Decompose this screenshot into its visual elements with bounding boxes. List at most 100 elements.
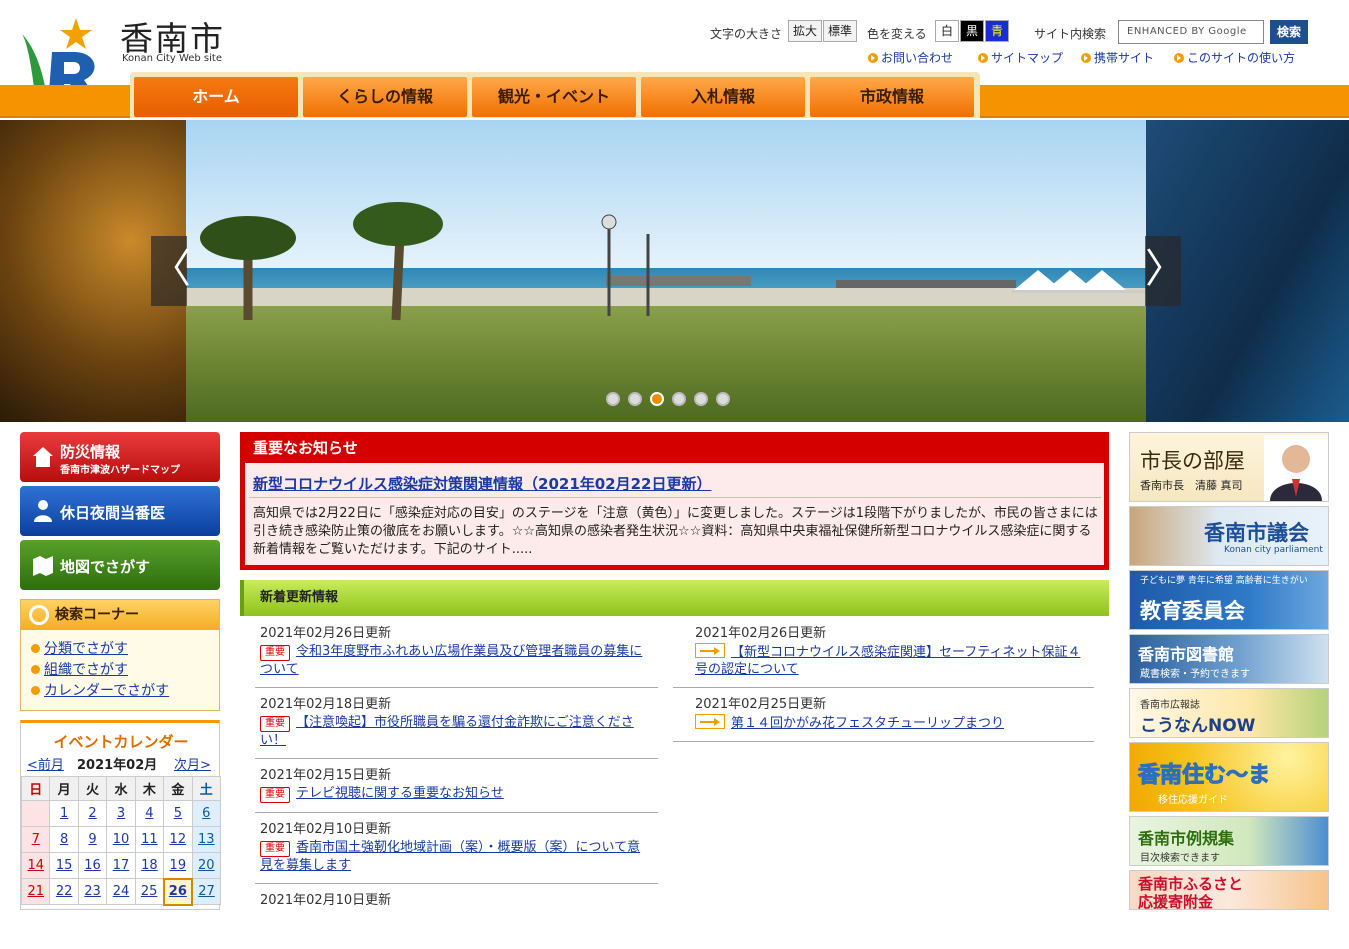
map-search-button[interactable]: 地図でさがす	[20, 540, 220, 590]
pr-magazine-sub: 香南市広報誌	[1140, 700, 1200, 711]
calendar-day[interactable]: 16	[77, 852, 108, 879]
arrow-right-icon	[695, 714, 725, 729]
calendar-day[interactable]: 2	[77, 800, 108, 827]
slider-dot[interactable]	[716, 392, 730, 406]
site-usage-link-label: このサイトの使い方	[1187, 51, 1296, 65]
contact-link-label: お問い合わせ	[881, 51, 954, 65]
calendar-week-row: 7 8 9 10 11 12 13	[20, 826, 222, 853]
city-council-sub: Konan city parliament	[1224, 545, 1323, 555]
calendar-day[interactable]: 26	[162, 877, 194, 906]
nav-living-info[interactable]: くらしの情報	[303, 77, 467, 117]
holiday-doctor-button[interactable]: 休日夜間当番医	[20, 486, 220, 536]
slider-next-button[interactable]: 〉	[1145, 236, 1185, 306]
calendar-day[interactable]: 15	[49, 852, 79, 879]
calendar-day[interactable]: 8	[49, 826, 79, 853]
news-header: 新着更新情報	[240, 580, 1109, 616]
calendar-day[interactable]: 11	[134, 826, 165, 853]
calendar-day[interactable]: 18	[134, 852, 165, 879]
sitemap-link[interactable]: サイトマップ	[978, 49, 1063, 66]
search-button[interactable]: 検索	[1270, 20, 1308, 44]
calendar-next-month[interactable]: 次月>	[174, 754, 211, 773]
calendar-day[interactable]: 22	[49, 878, 79, 905]
notice-divider	[249, 497, 1101, 498]
slider-dot[interactable]	[694, 392, 708, 406]
color-label: 色を変える	[867, 27, 927, 41]
calendar-search-link[interactable]: カレンダーでさがす	[31, 680, 169, 700]
house-icon	[33, 447, 53, 467]
font-enlarge-button[interactable]: 拡大	[788, 20, 822, 42]
color-blue-button[interactable]: 青	[985, 20, 1009, 42]
news-link[interactable]: 重要 テレビ視聴に関する重要なお知らせ	[260, 785, 650, 803]
calendar-day[interactable]: 9	[77, 826, 108, 853]
map-icon	[33, 556, 53, 576]
calendar-day[interactable]: 14	[20, 852, 51, 879]
font-size-label: 文字の大きさ	[710, 27, 783, 41]
calendar-weekday: 金	[163, 776, 193, 801]
calendar-day[interactable]: 5	[163, 800, 193, 827]
nav-home[interactable]: ホーム	[134, 77, 298, 117]
calendar-day[interactable]: 3	[106, 800, 136, 827]
event-calendar-title: イベントカレンダー	[53, 733, 189, 751]
city-council-banner[interactable]: 香南市議会 Konan city parliament	[1129, 506, 1329, 566]
color-white-button[interactable]: 白	[935, 20, 959, 42]
calendar-day[interactable]: 25	[134, 878, 165, 905]
calendar-day[interactable]: 7	[20, 826, 51, 853]
relocation-banner[interactable]: 香南住む〜ま 移住応援ガイド	[1129, 742, 1329, 812]
slider-dot-active[interactable]	[650, 392, 664, 406]
important-notice: 重要なお知らせ 新型コロナウイルス感染症対策関連情報（2021年02月22日更新…	[240, 432, 1109, 570]
disaster-info-button[interactable]: 防災情報 香南市津波ハザードマップ	[20, 432, 220, 482]
covid-info-link[interactable]: 新型コロナウイルス感染症対策関連情報（2021年02月22日更新）	[253, 473, 712, 494]
calendar-day[interactable]: 23	[77, 878, 108, 905]
calendar-day[interactable]: 21	[20, 878, 51, 905]
site-search-label: サイト内検索	[1034, 27, 1107, 41]
news-link[interactable]: 重要 令和3年度野市ふれあい広場作業員及び管理者職員の募集について	[260, 643, 650, 678]
slider-prev-button[interactable]: 〈	[151, 236, 191, 306]
category-search-link[interactable]: 分類でさがす	[31, 638, 128, 658]
news-divider	[673, 687, 1094, 688]
calendar-day[interactable]: 1	[49, 800, 79, 827]
slider-dot[interactable]	[606, 392, 620, 406]
organization-search-link[interactable]: 組織でさがす	[31, 659, 128, 679]
font-standard-button[interactable]: 標準	[823, 20, 857, 42]
news-link[interactable]: 重要 香南市国土強靭化地域計画（案）・概要版（案）について意見を募集します	[260, 839, 650, 874]
education-board-banner[interactable]: 子どもに夢 青年に希望 高齢者に生きがい 教育委員会	[1129, 570, 1329, 630]
nav-tourism-events[interactable]: 観光・イベント	[472, 77, 636, 117]
news-link[interactable]: 重要 【注意喚起】市役所職員を騙る還付金詐欺にご注意ください！	[260, 714, 650, 749]
mobile-site-link-label: 携帯サイト	[1094, 51, 1155, 65]
calendar-day[interactable]: 27	[191, 878, 222, 905]
library-banner[interactable]: 香南市図書館 蔵書検索・予約できます	[1129, 634, 1329, 684]
calendar-grid: 日月火水木金土 1 2 3 4 5 6 7 8 9 10 11 12 13 14 15 16 17 18 19 20 21…	[20, 776, 222, 906]
calendar-day[interactable]: 6	[191, 800, 222, 827]
mobile-site-link[interactable]: 携帯サイト	[1081, 49, 1154, 66]
calendar-day[interactable]: 17	[106, 852, 136, 879]
nav-city-admin[interactable]: 市政情報	[810, 77, 974, 117]
nav-bidding-info[interactable]: 入札情報	[641, 77, 805, 117]
pr-magazine-title: こうなんNOW	[1140, 716, 1256, 736]
slider-dot[interactable]	[672, 392, 686, 406]
calendar-day[interactable]: 13	[191, 826, 222, 853]
site-usage-link[interactable]: このサイトの使い方	[1174, 49, 1295, 66]
news-link[interactable]: 第１４回かがみ花フェスタチューリップまつり	[695, 714, 1085, 732]
pr-magazine-banner[interactable]: 香南市広報誌 こうなんNOW	[1129, 688, 1329, 738]
slider-dot[interactable]	[628, 392, 642, 406]
news-link[interactable]: 【新型コロナウイルス感染症関連】セーフティネット保証４号の認定について	[695, 643, 1085, 678]
calendar-day[interactable]: 10	[106, 826, 136, 853]
calendar-prev-month[interactable]: <前月	[27, 754, 64, 773]
search-input[interactable]: ENHANCED BY Google	[1118, 20, 1264, 44]
mayor-room-banner[interactable]: 市長の部屋 香南市長 清藤 真司	[1129, 432, 1329, 502]
color-black-button[interactable]: 黒	[960, 20, 984, 42]
education-board-title: 教育委員会	[1140, 599, 1245, 623]
news-date: 2021年02月18日更新	[260, 697, 392, 712]
hero-slider: 〈 〉	[0, 120, 1349, 422]
calendar-day[interactable]: 4	[134, 800, 165, 827]
utility-bar: 文字の大きさ 拡大 標準 色を変える 白 黒 青 サイト内検索 ENHANCED…	[0, 20, 1349, 50]
news-link-text: 香南市国土強靭化地域計画（案）・概要版（案）について意見を募集します	[260, 840, 641, 873]
calendar-day[interactable]: 12	[163, 826, 193, 853]
hometown-donation-banner[interactable]: 香南市ふるさと応援寄附金	[1129, 870, 1329, 910]
calendar-day[interactable]: 19	[163, 852, 193, 879]
calendar-day[interactable]: 24	[106, 878, 136, 905]
calendar-day[interactable]: 20	[191, 852, 222, 879]
contact-link[interactable]: お問い合わせ	[868, 49, 953, 66]
regulations-banner[interactable]: 香南市例規集 目次検索できます	[1129, 816, 1329, 866]
notice-body: 高知県では2月22日に「感染症対応の目安」のステージを「注意（黄色）」に変更しま…	[253, 506, 1098, 557]
